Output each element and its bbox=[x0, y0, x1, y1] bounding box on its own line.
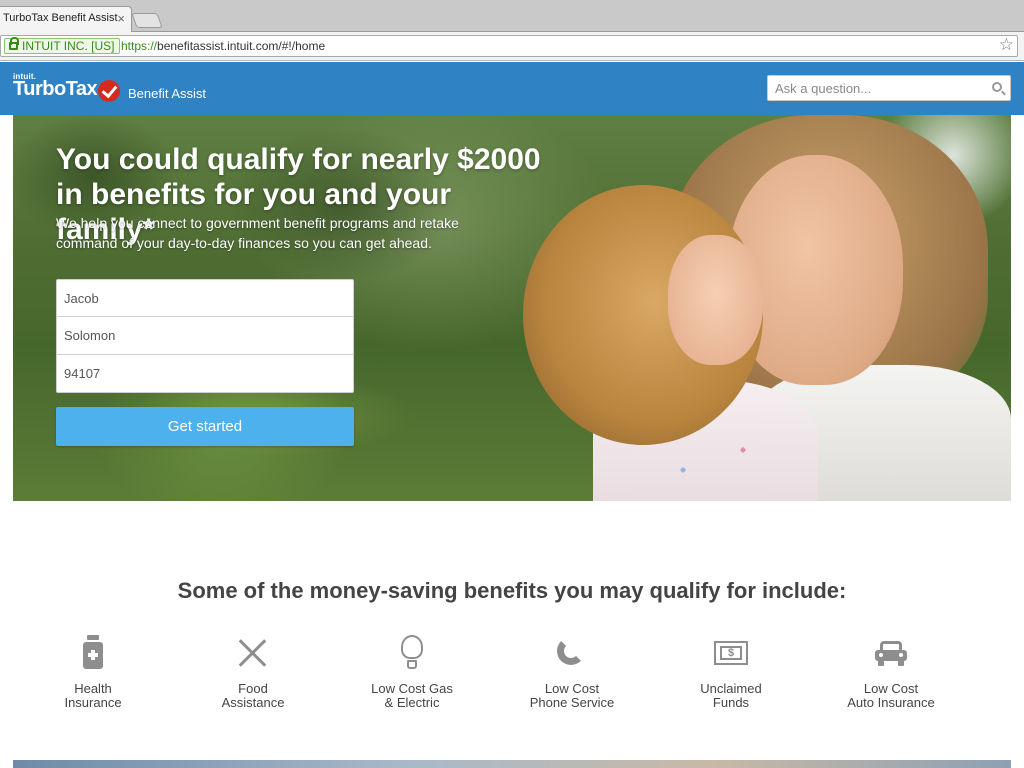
benefit-label-line-1: Low Cost bbox=[863, 681, 919, 696]
get-started-button[interactable]: Get started bbox=[56, 407, 354, 446]
benefits-list: Health Insurance Food Assistance Low Cos… bbox=[13, 635, 1011, 725]
hero-subtext: We help you connect to government benefi… bbox=[56, 213, 536, 253]
hero-headline-line-1: You could qualify for nearly $2000 bbox=[56, 143, 541, 176]
benefit-phone-service[interactable]: Low Cost Phone Service bbox=[492, 635, 652, 710]
ev-badge-label: INTUIT INC. [US] bbox=[22, 39, 115, 53]
browser-tab[interactable]: TurboTax Benefit Assist × bbox=[0, 6, 132, 32]
car-icon bbox=[875, 641, 907, 667]
benefit-label-line-2: Phone Service bbox=[529, 695, 615, 710]
search-icon[interactable] bbox=[992, 82, 1002, 92]
benefit-label: Low Cost Phone Service bbox=[492, 682, 652, 710]
lock-icon bbox=[9, 37, 19, 50]
first-name-field[interactable] bbox=[56, 279, 354, 317]
benefit-label-line-1: Food bbox=[238, 681, 268, 696]
benefit-label: Unclaimed Funds bbox=[651, 682, 811, 710]
benefit-label-line-2: Funds bbox=[712, 695, 750, 710]
last-name-field[interactable] bbox=[56, 317, 354, 355]
benefit-label: Low Cost Auto Insurance bbox=[811, 682, 971, 710]
zip-code-field[interactable] bbox=[56, 355, 354, 393]
hero-photo-child-face bbox=[668, 235, 763, 365]
url-scheme: https:// bbox=[121, 39, 158, 53]
benefit-label: Low Cost Gas & Electric bbox=[332, 682, 492, 710]
url-path: benefitassist.intuit.com/#!/home bbox=[157, 39, 326, 53]
signup-form: Get started bbox=[56, 279, 354, 446]
medicine-bottle-icon bbox=[83, 635, 103, 669]
benefit-label-line-1: Unclaimed bbox=[700, 681, 762, 696]
new-tab-button[interactable] bbox=[131, 13, 163, 28]
benefit-label-line-2: Auto Insurance bbox=[847, 695, 935, 710]
benefits-heading: Some of the money-saving benefits you ma… bbox=[177, 578, 847, 603]
search-box bbox=[767, 75, 1011, 101]
turbotax-wordmark: TurboTax bbox=[13, 78, 98, 100]
benefit-unclaimed-funds[interactable]: $ Unclaimed Funds bbox=[651, 635, 811, 710]
benefit-health-insurance[interactable]: Health Insurance bbox=[13, 635, 173, 710]
search-input[interactable] bbox=[768, 76, 983, 100]
benefit-label-line-1: Low Cost Gas bbox=[371, 681, 453, 696]
benefit-food-assistance[interactable]: Food Assistance bbox=[173, 635, 333, 710]
benefit-label-line-1: Health bbox=[74, 681, 112, 696]
hero-subtext-line-1: We help you connect to government benefi… bbox=[56, 215, 459, 231]
tab-close-icon[interactable]: × bbox=[117, 11, 125, 26]
benefit-label-line-2: Insurance bbox=[64, 695, 122, 710]
browser-tab-strip: TurboTax Benefit Assist × bbox=[0, 0, 1024, 32]
hero-subtext-line-2: command of your day-to-day finances so y… bbox=[56, 235, 432, 251]
address-bar[interactable]: INTUIT INC. [US] https://benefitassist.i… bbox=[0, 35, 1018, 57]
next-section-banner-edge bbox=[13, 760, 1011, 768]
bookmark-star-icon[interactable]: ☆ bbox=[999, 35, 1014, 55]
ev-certificate-badge[interactable]: INTUIT INC. [US] bbox=[4, 37, 121, 54]
benefit-auto-insurance[interactable]: Low Cost Auto Insurance bbox=[811, 635, 971, 710]
checkmark-icon bbox=[98, 80, 120, 102]
browser-toolbar: INTUIT INC. [US] https://benefitassist.i… bbox=[0, 32, 1024, 61]
hero-content: You could qualify for nearly $2000 in be… bbox=[13, 115, 573, 501]
product-name: Benefit Assist bbox=[128, 86, 207, 101]
phone-icon bbox=[554, 635, 590, 671]
fork-knife-icon bbox=[237, 637, 269, 669]
benefit-label: Food Assistance bbox=[173, 682, 333, 710]
hero-banner: You could qualify for nearly $2000 in be… bbox=[13, 115, 1011, 501]
site-header: intuit. TurboTax Benefit Assist bbox=[0, 62, 1024, 115]
benefit-label-line-2: & Electric bbox=[384, 695, 440, 710]
benefit-gas-electric[interactable]: Low Cost Gas & Electric bbox=[332, 635, 492, 710]
tab-title: TurboTax Benefit Assist bbox=[3, 12, 118, 24]
url-text[interactable]: https://benefitassist.intuit.com/#!/home bbox=[121, 36, 325, 56]
dollar-bill-icon: $ bbox=[714, 641, 748, 665]
lightbulb-icon bbox=[401, 635, 423, 671]
benefit-label-line-1: Low Cost bbox=[544, 681, 600, 696]
benefit-label: Health Insurance bbox=[13, 682, 173, 710]
benefit-label-line-2: Assistance bbox=[221, 695, 285, 710]
